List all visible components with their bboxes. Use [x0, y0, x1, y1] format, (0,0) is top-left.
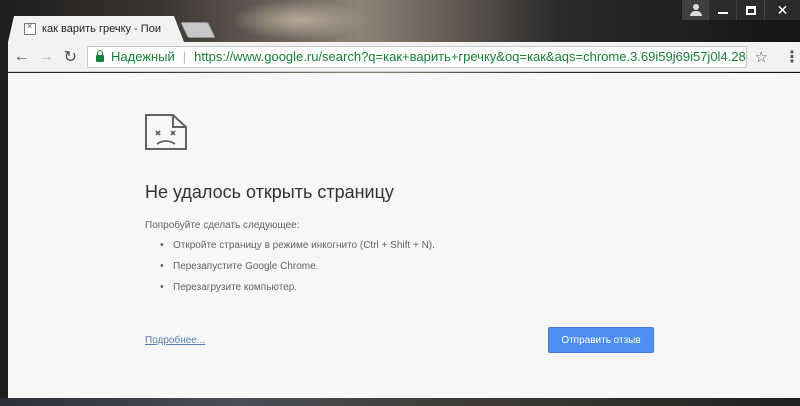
user-icon: [689, 4, 702, 16]
browser-toolbar: ← → ↻ Надежный | https://www.google.ru/s…: [8, 42, 800, 72]
send-feedback-button[interactable]: Отправить отзыв: [548, 327, 654, 353]
address-bar[interactable]: Надежный | https://www.google.ru/search?…: [86, 45, 747, 68]
suggestions-list: Откройте страницу в режиме инкогнито (Ct…: [160, 239, 435, 303]
close-icon: ✕: [776, 2, 789, 18]
desktop-background: [230, 0, 370, 40]
url-text[interactable]: https://www.google.ru/search?q=как+варит…: [194, 49, 745, 64]
sad-page-favicon-icon: [24, 23, 36, 35]
arrow-left-icon: ←: [13, 47, 30, 65]
arrow-right-icon: →: [37, 47, 54, 65]
desktop-background-bottom: [0, 398, 800, 406]
omnibox-separator: |: [182, 49, 187, 64]
chrome-menu-icon[interactable]: ⋮: [784, 47, 800, 67]
close-window-button[interactable]: ✕: [764, 0, 800, 20]
secure-label: Надежный: [110, 49, 175, 64]
back-button[interactable]: ←: [11, 46, 32, 68]
tab-title: как варить гречку - Пои: [42, 23, 161, 35]
window-caption-controls: ✕: [682, 0, 800, 20]
maximize-button[interactable]: [736, 0, 764, 20]
new-tab-button[interactable]: [180, 22, 216, 38]
reload-button[interactable]: ↻: [60, 46, 81, 68]
lock-icon: [95, 50, 104, 62]
reload-icon: ↻: [63, 48, 78, 66]
minimize-icon: [717, 12, 728, 14]
list-item: Откройте страницу в режиме инкогнито (Ct…: [160, 239, 435, 261]
profile-button[interactable]: [682, 0, 708, 20]
error-page-content: Не удалось открыть страницу Попробуйте с…: [8, 73, 800, 398]
bookmark-star-icon[interactable]: ☆: [755, 48, 768, 66]
forward-button[interactable]: →: [35, 46, 56, 68]
details-link[interactable]: Подробнее...: [145, 335, 205, 346]
browser-tab-active[interactable]: как варить гречку - Пои: [8, 16, 184, 42]
list-item: Перезапустите Google Chrome.: [160, 260, 435, 282]
sad-tab-icon: [145, 114, 187, 150]
list-item: Перезагрузите компьютер.: [160, 281, 435, 303]
error-heading: Не удалось открыть страницу: [145, 182, 394, 202]
minimize-button[interactable]: [708, 0, 736, 20]
maximize-icon: [745, 5, 756, 15]
suggestions-lead: Попробуйте сделать следующее:: [145, 220, 300, 231]
